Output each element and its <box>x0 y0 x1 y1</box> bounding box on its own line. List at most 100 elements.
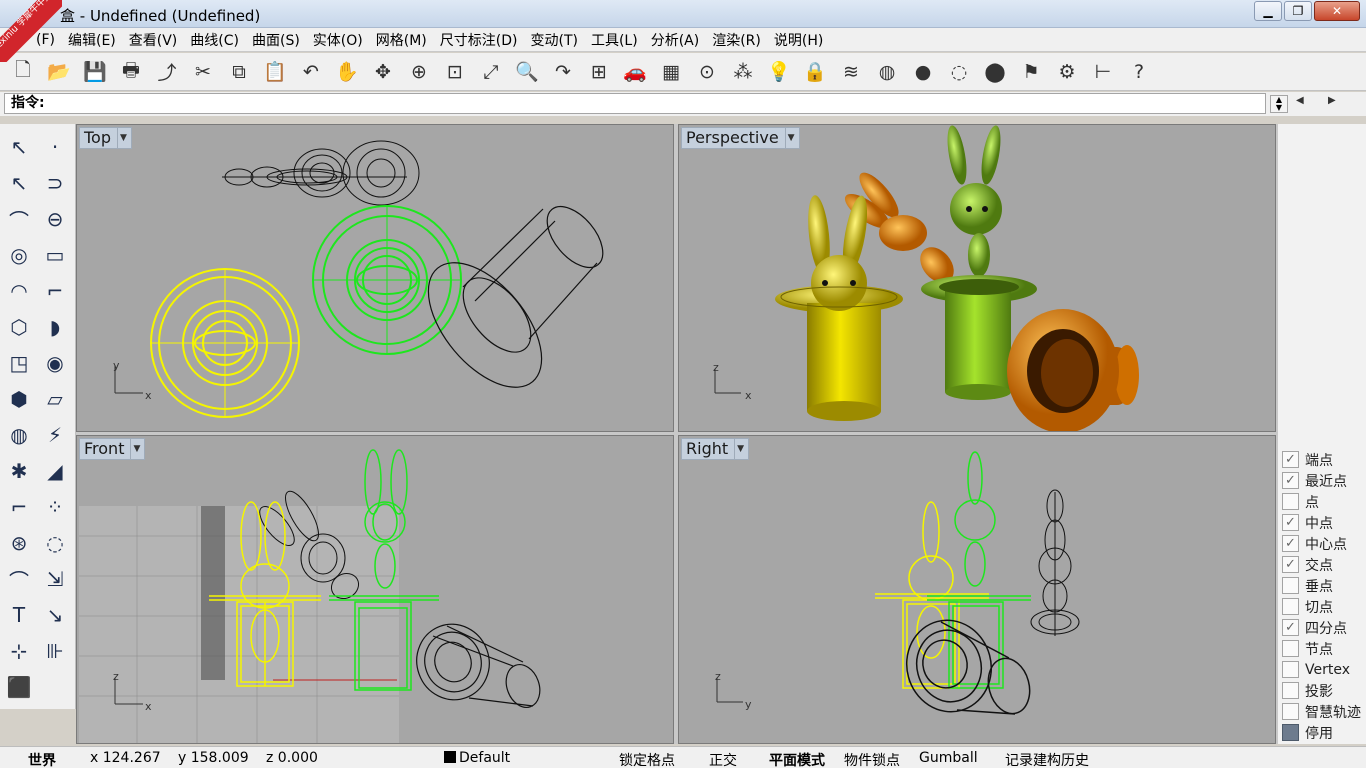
zoom-selected-button[interactable]: 🔍 <box>512 57 542 87</box>
osnap-checkbox[interactable]: ✓ <box>1282 619 1299 636</box>
osnap-checkbox[interactable]: ✓ <box>1282 472 1299 489</box>
import-button[interactable]: ⤴ <box>152 57 182 87</box>
paste-button[interactable]: 📋 <box>260 57 290 87</box>
palette-tool-icon[interactable]: ⊃ <box>38 166 72 200</box>
viewport-menu-icon[interactable]: ▼ <box>734 439 744 459</box>
menu-item[interactable]: 说明(H) <box>774 30 823 50</box>
menu-item[interactable]: 变动(T) <box>530 30 577 50</box>
palette-tool-icon[interactable]: T <box>2 598 36 632</box>
viewport-right[interactable]: z y Right ▼ <box>678 435 1276 744</box>
osnap-checkbox[interactable]: ✓ <box>1282 451 1299 468</box>
help-button[interactable]: ? <box>1124 57 1154 87</box>
menu-item[interactable]: 编辑(E) <box>68 30 116 50</box>
osnap-checkbox[interactable] <box>1282 682 1299 699</box>
shade-button[interactable]: ● <box>908 57 938 87</box>
scroll-right-icon[interactable]: ▶ <box>1328 95 1336 106</box>
rotate-view-button[interactable]: ✥ <box>368 57 398 87</box>
osnap-option[interactable]: ✓ 中点 <box>1282 512 1366 533</box>
osnap-option[interactable]: 投影 <box>1282 680 1366 701</box>
palette-tool-icon[interactable]: ⊛ <box>2 526 36 560</box>
palette-tool-icon[interactable]: ↖ <box>2 166 36 200</box>
osnap-checkbox[interactable]: ✓ <box>1282 535 1299 552</box>
viewport-title-perspective[interactable]: Perspective ▼ <box>681 127 800 149</box>
palette-tool-icon[interactable]: ◍ <box>2 418 36 452</box>
light-button[interactable]: 💡 <box>764 57 794 87</box>
palette-tool-icon[interactable]: ◌ <box>38 526 72 560</box>
zoom-extents-button[interactable]: ⤢ <box>476 57 506 87</box>
grid-plane-button[interactable]: ▦ <box>656 57 686 87</box>
viewport-title-right[interactable]: Right ▼ <box>681 438 750 460</box>
osnap-checkbox[interactable] <box>1282 640 1299 657</box>
zoom-button[interactable]: ⊕ <box>404 57 434 87</box>
osnap-checkbox[interactable]: ✓ <box>1282 556 1299 573</box>
color-wheel-button[interactable]: ◍ <box>872 57 902 87</box>
pan-hand-button[interactable]: ✋ <box>332 57 362 87</box>
gumball-toggle[interactable]: Gumball <box>919 750 978 766</box>
palette-tool-icon[interactable]: ⊪ <box>38 634 72 668</box>
menu-item[interactable]: 工具(L) <box>591 30 638 50</box>
osnap-checkbox[interactable] <box>1282 724 1299 741</box>
copy-button[interactable]: ⧉ <box>224 57 254 87</box>
palette-tool-icon[interactable]: ⚡ <box>38 418 72 452</box>
osnap-checkbox[interactable]: ✓ <box>1282 514 1299 531</box>
cut-button[interactable]: ✂ <box>188 57 218 87</box>
menu-item[interactable]: 分析(A) <box>651 30 700 50</box>
palette-tool-icon[interactable]: ⌐ <box>2 490 36 524</box>
palette-tool-icon[interactable]: ◎ <box>2 238 36 272</box>
ortho-toggle[interactable]: 正交 <box>709 750 737 768</box>
osnap-option[interactable]: 停用 <box>1282 722 1366 743</box>
palette-tool-icon[interactable] <box>38 670 72 704</box>
cplane-button[interactable]: ⊙ <box>692 57 722 87</box>
osnap-checkbox[interactable] <box>1282 661 1299 678</box>
viewport-perspective[interactable]: z x Perspective ▼ <box>678 124 1276 432</box>
four-viewports-button[interactable]: ⊞ <box>584 57 614 87</box>
osnap-checkbox[interactable] <box>1282 598 1299 615</box>
osnap-option[interactable]: 节点 <box>1282 638 1366 659</box>
menu-item[interactable]: 网格(M) <box>376 30 427 50</box>
print-button[interactable]: 🖶 <box>116 57 146 87</box>
menu-item[interactable]: 曲面(S) <box>252 30 300 50</box>
osnap-option[interactable]: Vertex <box>1282 659 1366 680</box>
close-button[interactable]: ✕ <box>1314 1 1360 21</box>
viewport-menu-icon[interactable]: ▼ <box>784 128 795 148</box>
viewport-top[interactable]: y x Top ▼ <box>76 124 674 432</box>
palette-tool-icon[interactable]: · <box>38 130 72 164</box>
osnap-checkbox[interactable] <box>1282 577 1299 594</box>
palette-tool-icon[interactable]: ◗ <box>38 310 72 344</box>
record-history-toggle[interactable]: 记录建构历史 <box>1005 750 1089 768</box>
palette-tool-icon[interactable]: ↘ <box>38 598 72 632</box>
palette-tool-icon[interactable]: ⬛ <box>2 670 36 704</box>
undo-view-button[interactable]: ↷ <box>548 57 578 87</box>
palette-tool-icon[interactable]: ◢ <box>38 454 72 488</box>
render-sphere-button[interactable]: ⬤ <box>980 57 1010 87</box>
flag-button[interactable]: ⚑ <box>1016 57 1046 87</box>
command-input[interactable]: 指令: <box>4 93 1266 114</box>
viewport-menu-icon[interactable]: ▼ <box>130 439 140 459</box>
wire-sphere-button[interactable]: ◌ <box>944 57 974 87</box>
menu-item[interactable]: 尺寸标注(D) <box>440 30 518 50</box>
cplane-label[interactable]: 世界 <box>28 750 56 768</box>
palette-tool-icon[interactable]: ⌒ <box>2 202 36 236</box>
palette-tool-icon[interactable]: ▭ <box>38 238 72 272</box>
palette-tool-icon[interactable]: ✱ <box>2 454 36 488</box>
save-button[interactable]: 💾 <box>80 57 110 87</box>
viewport-menu-icon[interactable]: ▼ <box>117 128 127 148</box>
viewport-title-top[interactable]: Top ▼ <box>79 127 132 149</box>
layers-button[interactable]: ≋ <box>836 57 866 87</box>
osnap-option[interactable]: ✓ 中心点 <box>1282 533 1366 554</box>
points-button[interactable]: ⁂ <box>728 57 758 87</box>
osnap-option[interactable]: 垂点 <box>1282 575 1366 596</box>
palette-tool-icon[interactable]: ▱ <box>38 382 72 416</box>
osnap-option[interactable]: 点 <box>1282 491 1366 512</box>
minimize-button[interactable]: ▁ <box>1254 1 1282 21</box>
osnap-option[interactable]: 智慧轨迹 <box>1282 701 1366 722</box>
command-history-scroll[interactable]: ▲ ▼ <box>1270 95 1288 113</box>
viewport-front[interactable]: z x Front ▼ <box>76 435 674 744</box>
palette-tool-icon[interactable]: ⬡ <box>2 310 36 344</box>
palette-tool-icon[interactable]: ⁘ <box>38 490 72 524</box>
planar-toggle[interactable]: 平面模式 <box>769 750 825 768</box>
lock-button[interactable]: 🔒 <box>800 57 830 87</box>
car-button[interactable]: 🚗 <box>620 57 650 87</box>
osnap-checkbox[interactable] <box>1282 703 1299 720</box>
viewport-title-front[interactable]: Front ▼ <box>79 438 146 460</box>
